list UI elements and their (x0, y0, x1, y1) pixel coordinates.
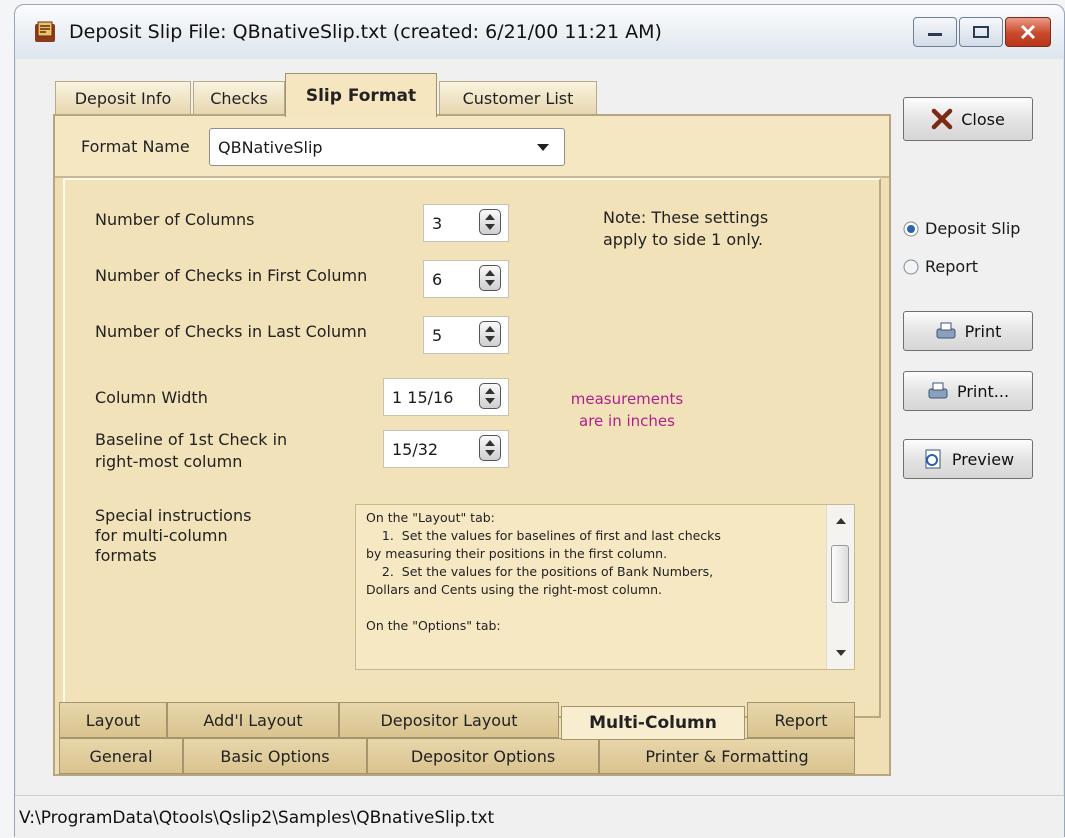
printer-icon (936, 322, 956, 339)
title-bar: Deposit Slip File: QBnativeSlip.txt (cre… (15, 5, 1064, 59)
first-column-spin-icon[interactable] (479, 265, 501, 291)
tab-addl-layout[interactable]: Add'l Layout (167, 702, 339, 738)
instruction-line: 2. Set the values for the positions of B… (366, 564, 714, 579)
format-name-label: Format Name (81, 137, 190, 156)
special-label-3: formats (95, 546, 157, 565)
tab-depositor-layout[interactable]: Depositor Layout (339, 702, 559, 738)
special-label-1: Special instructions (95, 506, 252, 525)
minimize-button[interactable] (913, 17, 957, 47)
last-column-label: Number of Checks in Last Column (95, 322, 367, 341)
maximize-button[interactable] (959, 17, 1003, 47)
radio-deposit-slip[interactable]: Deposit Slip (903, 219, 1020, 238)
tab-layout[interactable]: Layout (59, 702, 167, 738)
window-close-button[interactable] (1005, 17, 1051, 47)
print-dialog-button[interactable]: Print... (903, 371, 1033, 411)
measurements-note-1: measurements (570, 390, 684, 408)
scroll-down-icon[interactable] (836, 649, 846, 657)
radio-unselected-icon (903, 259, 919, 274)
instruction-line: On the "Layout" tab: (366, 510, 495, 525)
tab-printer-formatting[interactable]: Printer & Formatting (599, 738, 855, 774)
app-window: Deposit Slip File: QBnativeSlip.txt (cre… (14, 4, 1065, 838)
tab-general[interactable]: General (59, 738, 183, 774)
close-x-icon (931, 108, 953, 130)
tab-multi-column[interactable]: Multi-Column (561, 706, 745, 740)
instruction-line (366, 599, 824, 617)
instruction-line: On the "Options" tab: (366, 618, 501, 633)
column-width-label: Column Width (95, 388, 208, 407)
status-bar: V:\ProgramData\Qtools\Qslip2\Samples\QBn… (15, 795, 1064, 838)
tab-deposit-info[interactable]: Deposit Info (55, 81, 191, 115)
tab-depositor-options[interactable]: Depositor Options (367, 738, 599, 774)
radio-selected-icon (903, 221, 919, 236)
format-name-value: QBNativeSlip (218, 138, 323, 157)
columns-spin-icon[interactable] (479, 209, 501, 235)
instruction-line: 1. Set the values for baselines of first… (366, 528, 721, 543)
column-width-spin-icon[interactable] (479, 383, 501, 409)
baseline-spin-icon[interactable] (479, 435, 501, 461)
preview-icon (925, 449, 941, 469)
tab-customer-list[interactable]: Customer List (439, 81, 597, 115)
instruction-line: by measuring their positions in the firs… (366, 546, 668, 561)
scroll-up-icon[interactable] (836, 517, 846, 525)
note-line-2: apply to side 1 only. (603, 230, 764, 249)
tab-checks[interactable]: Checks (193, 81, 285, 115)
scroll-thumb[interactable] (831, 545, 849, 603)
close-button[interactable]: Close (903, 97, 1033, 141)
instruction-line: Dollars and Cents using the right-most c… (366, 582, 663, 597)
radio-report[interactable]: Report (903, 257, 978, 276)
special-label-2: for multi-column (95, 526, 228, 545)
minimize-icon (928, 33, 942, 36)
chevron-down-icon (537, 144, 549, 151)
note-line-1: Note: These settings (603, 208, 769, 227)
print-button[interactable]: Print (903, 311, 1033, 351)
format-name-row: Format Name QBNativeSlip (55, 116, 889, 178)
printer-icon (928, 382, 948, 399)
tab-basic-options[interactable]: Basic Options (183, 738, 367, 774)
format-name-select[interactable]: QBNativeSlip (209, 128, 565, 166)
tab-report[interactable]: Report (747, 702, 855, 738)
special-instructions-textarea[interactable]: On the "Layout" tab: 1. Set the values f… (355, 504, 855, 670)
window-title: Deposit Slip File: QBnativeSlip.txt (cre… (69, 21, 662, 43)
slip-format-panel: Format Name QBNativeSlip Number of Colum… (53, 114, 891, 776)
app-icon (35, 21, 55, 42)
baseline-label-2: right-most column (95, 452, 243, 471)
file-path: V:\ProgramData\Qtools\Qslip2\Samples\QBn… (19, 808, 495, 828)
measurements-note-2: are in inches (579, 412, 675, 430)
baseline-label-1: Baseline of 1st Check in (95, 430, 288, 449)
preview-button[interactable]: Preview (903, 439, 1033, 479)
close-icon (1020, 24, 1036, 40)
maximize-icon (973, 26, 989, 38)
last-column-spin-icon[interactable] (479, 321, 501, 347)
first-column-label: Number of Checks in First Column (95, 266, 368, 285)
tab-slip-format[interactable]: Slip Format (285, 73, 437, 117)
columns-label: Number of Columns (95, 210, 255, 229)
instructions-scrollbar[interactable] (826, 505, 854, 669)
multi-column-settings: Number of Columns 3 Number of Checks in … (63, 178, 881, 718)
